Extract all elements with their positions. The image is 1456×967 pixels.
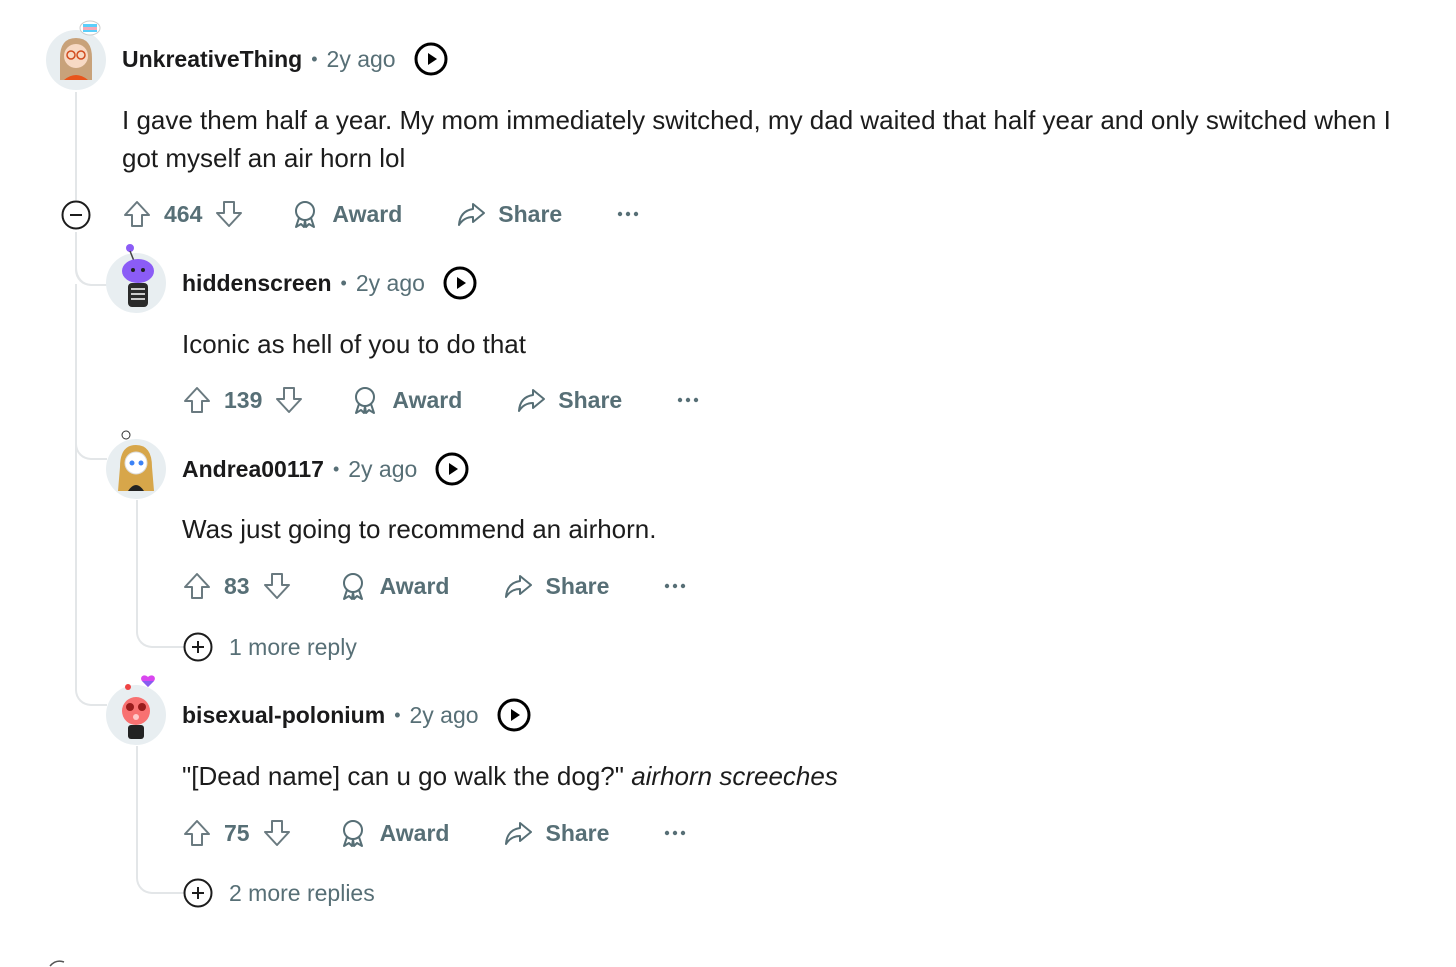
thread-line-main-cont (75, 284, 77, 664)
share-icon (518, 389, 546, 412)
share-icon (505, 575, 533, 598)
share-button[interactable]: Share (456, 199, 562, 229)
comment-body-quote: "[Dead name] can u go walk the dog?" (182, 761, 632, 791)
timestamp[interactable]: 2y ago (356, 270, 425, 297)
next-avatar-partial-icon (49, 960, 65, 967)
timestamp[interactable]: 2y ago (348, 456, 417, 483)
separator-dot: • (340, 272, 347, 293)
comment-actions: 464 Award Share (122, 194, 642, 234)
downvote-icon[interactable] (274, 385, 304, 415)
award-icon (342, 573, 363, 600)
award-icon (355, 387, 376, 414)
comment-meta: hiddenscreen • 2y ago (182, 266, 477, 300)
avatar-skeleton-icon (122, 244, 154, 307)
separator-dot: • (332, 458, 340, 479)
separator-dot: • (394, 704, 401, 725)
more-replies-label: 1 more reply (229, 633, 357, 660)
avatar[interactable] (106, 430, 166, 499)
award-button[interactable]: Award (338, 571, 450, 601)
share-label: Share (558, 386, 623, 413)
comment-body: "[Dead name] can u go walk the dog?" air… (182, 757, 1382, 795)
vote-count: 75 (224, 819, 250, 846)
avatar-girl-glasses-icon (60, 20, 101, 80)
avatar-heart-icon (122, 675, 155, 739)
play-icon[interactable] (443, 266, 477, 300)
author-name[interactable]: bisexual-polonium (182, 702, 385, 729)
share-label: Share (545, 572, 610, 599)
award-label: Award (392, 386, 463, 413)
award-icon (342, 820, 363, 847)
author-name[interactable]: Andrea00117 (182, 456, 324, 483)
share-icon (505, 822, 533, 845)
expand-plus-icon (183, 632, 213, 662)
share-label: Share (498, 200, 563, 227)
share-label: Share (545, 819, 610, 846)
comment-meta: UnkreativeThing • 2y ago (122, 42, 448, 76)
thread-line-connector-2 (75, 420, 107, 460)
vote-count: 83 (224, 572, 250, 599)
author-name[interactable]: hiddenscreen (182, 270, 332, 297)
timestamp[interactable]: 2y ago (410, 702, 479, 729)
play-icon[interactable] (497, 698, 531, 732)
avatar[interactable] (106, 675, 166, 745)
play-icon[interactable] (435, 452, 469, 486)
separator-dot: • (311, 48, 318, 69)
more-options-icon[interactable] (614, 200, 642, 228)
play-icon[interactable] (414, 42, 448, 76)
thread-line-polonium-more (136, 746, 184, 894)
upvote-icon[interactable] (182, 385, 212, 415)
more-replies-link[interactable]: 1 more reply (183, 632, 357, 662)
downvote-icon[interactable] (262, 818, 292, 848)
upvote-icon[interactable] (182, 818, 212, 848)
comment-body: Was just going to recommend an airhorn. (182, 514, 657, 544)
thread-line-connector-4 (75, 660, 107, 706)
avatar-blonde-girl-icon (118, 430, 154, 491)
award-label: Award (332, 200, 403, 227)
downvote-icon[interactable] (214, 199, 244, 229)
comment-body: I gave them half a year. My mom immediat… (122, 105, 1391, 173)
more-options-icon[interactable] (661, 572, 689, 600)
vote-count: 464 (164, 200, 203, 227)
comment-actions: 83 Award Share (182, 566, 689, 606)
timestamp[interactable]: 2y ago (327, 46, 396, 73)
share-button[interactable]: Share (516, 385, 622, 415)
downvote-icon[interactable] (262, 571, 292, 601)
avatar[interactable] (46, 20, 106, 90)
upvote-icon[interactable] (182, 571, 212, 601)
comment-meta: bisexual-polonium • 2y ago (182, 698, 531, 732)
comment-meta: Andrea00117 • 2y ago (182, 452, 469, 486)
award-button[interactable]: Award (350, 385, 462, 415)
award-label: Award (379, 819, 450, 846)
expand-plus-icon (183, 878, 213, 908)
avatar[interactable] (106, 244, 166, 313)
more-options-icon[interactable] (661, 819, 689, 847)
more-replies-link[interactable]: 2 more replies (183, 878, 375, 908)
upvote-icon[interactable] (122, 199, 152, 229)
thread-line-andrea-more (136, 500, 184, 648)
author-name[interactable]: UnkreativeThing (122, 46, 302, 73)
share-button[interactable]: Share (503, 818, 609, 848)
award-icon (295, 201, 316, 228)
award-label: Award (379, 572, 450, 599)
more-replies-label: 2 more replies (229, 879, 375, 906)
share-button[interactable]: Share (503, 571, 609, 601)
comment-body: Iconic as hell of you to do that (182, 329, 526, 359)
vote-count: 139 (224, 386, 263, 413)
thread-line-connector-1 (75, 250, 107, 286)
collapse-thread-icon[interactable] (61, 200, 91, 230)
award-button[interactable]: Award (338, 818, 450, 848)
share-icon (458, 203, 486, 226)
thread-line-main (75, 92, 77, 200)
comment-actions: 139 Award Share (182, 380, 702, 420)
comment-body-italic: airhorn screeches (631, 761, 838, 791)
comment-actions: 75 Award Share (182, 813, 689, 853)
award-button[interactable]: Award (290, 199, 402, 229)
more-options-icon[interactable] (674, 386, 702, 414)
